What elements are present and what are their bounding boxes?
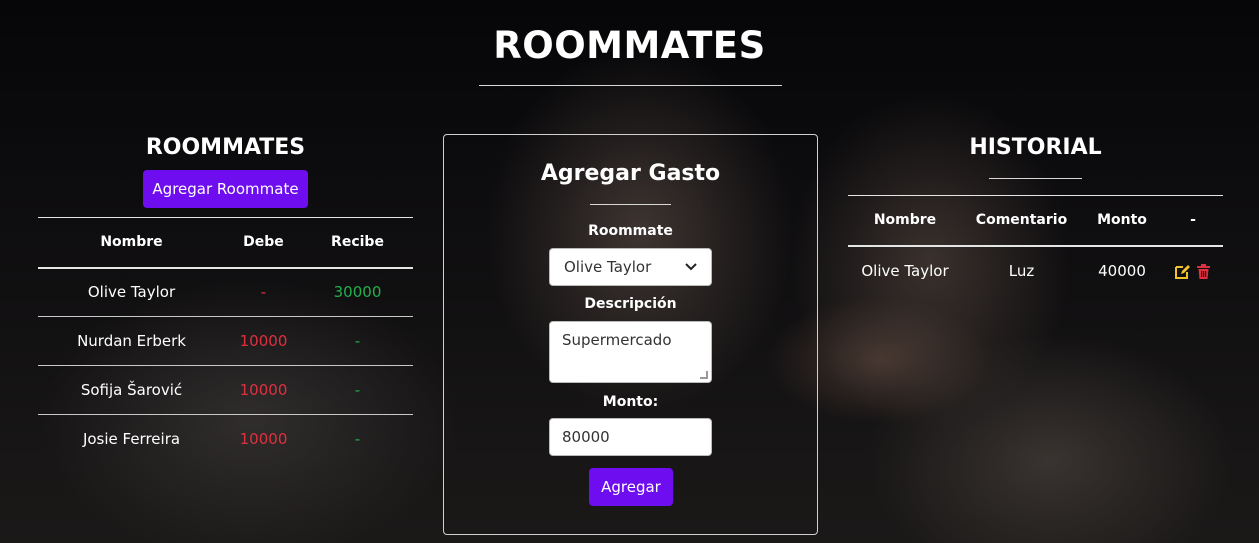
title-divider (479, 85, 782, 86)
roommate-name: Sofija Šarović (38, 365, 225, 415)
roommates-title: ROOMMATES (145, 135, 306, 160)
column-header-comentario: Comentario (962, 195, 1081, 247)
edit-icon[interactable] (1174, 263, 1191, 280)
roommate-debe: 10000 (225, 316, 302, 366)
monto-label: Monto: (602, 394, 659, 410)
historial-section: HISTORIAL Nombre Comentario Monto - Oliv… (848, 135, 1223, 296)
column-header-recibe: Recibe (302, 217, 413, 269)
table-header-row: Nombre Debe Recibe (38, 217, 413, 269)
table-header-row: Nombre Comentario Monto - (848, 195, 1223, 247)
roommate-recibe: - (302, 316, 413, 366)
roommate-label: Roommate (588, 223, 673, 239)
add-expense-form: Agregar Gasto Roommate Olive Taylor Desc… (443, 134, 818, 535)
column-header-monto: Monto (1081, 195, 1163, 247)
table-row: Nurdan Erberk 10000 - (38, 316, 413, 366)
agregar-button[interactable]: Agregar (589, 468, 673, 506)
roommate-name: Nurdan Erberk (38, 316, 225, 366)
roommate-name: Olive Taylor (38, 267, 225, 317)
page-title: ROOMMATES (493, 24, 766, 67)
roommate-recibe: - (354, 430, 361, 449)
descripcion-value: Supermercado (562, 331, 672, 349)
table-row: Josie Ferreira 10000 - (38, 415, 413, 464)
roommate-recibe: 30000 (302, 267, 413, 317)
column-header-actions: - (1163, 195, 1223, 247)
chevron-down-icon (685, 260, 697, 274)
table-row: Olive Taylor Luz 40000 (848, 246, 1223, 296)
add-roommate-button[interactable]: Agregar Roommate (143, 170, 308, 208)
descripcion-textarea[interactable]: Supermercado (549, 321, 712, 383)
roommate-name: Josie Ferreira (82, 430, 181, 449)
historial-table: Nombre Comentario Monto - Olive Taylor L… (848, 195, 1223, 296)
column-header-nombre: Nombre (848, 195, 962, 247)
historial-title-divider (989, 178, 1082, 179)
monto-input[interactable]: 80000 (549, 418, 712, 456)
descripcion-label: Descripción (584, 296, 677, 312)
form-title: Agregar Gasto (540, 161, 721, 186)
historial-name: Olive Taylor (861, 262, 949, 280)
trash-icon[interactable] (1195, 263, 1212, 280)
roommate-debe: - (225, 267, 302, 317)
resize-handle-icon[interactable] (700, 371, 708, 379)
historial-title: HISTORIAL (969, 135, 1102, 160)
column-header-nombre: Nombre (38, 217, 225, 269)
table-row: Olive Taylor - 30000 (38, 267, 413, 317)
roommate-select[interactable]: Olive Taylor (549, 248, 712, 286)
roommate-select-value: Olive Taylor (564, 258, 652, 276)
roommate-debe: 10000 (225, 365, 302, 415)
roommate-recibe: - (302, 365, 413, 415)
roommates-section: ROOMMATES Agregar Roommate Nombre Debe R… (38, 135, 413, 464)
historial-actions (1163, 246, 1223, 296)
form-title-divider (590, 204, 671, 205)
roommates-table: Nombre Debe Recibe Olive Taylor - 30000 … (38, 217, 413, 464)
historial-monto: 40000 (1098, 262, 1146, 280)
column-header-debe: Debe (225, 217, 302, 269)
roommate-debe: 10000 (239, 430, 288, 449)
historial-comentario: Luz (1008, 262, 1035, 280)
monto-value: 80000 (562, 428, 610, 446)
table-row: Sofija Šarović 10000 - (38, 365, 413, 415)
